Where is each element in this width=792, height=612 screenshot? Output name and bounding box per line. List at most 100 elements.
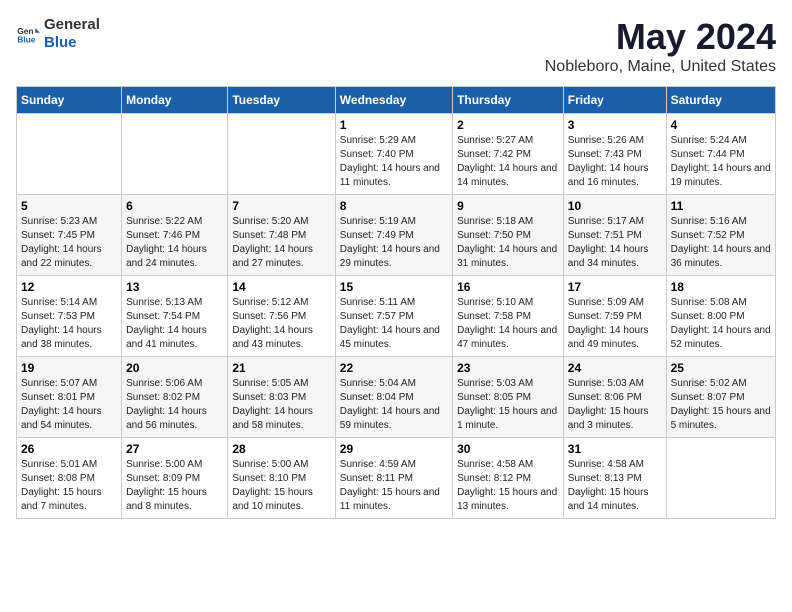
day-number: 28 [232, 442, 330, 456]
day-info: Sunrise: 5:29 AM Sunset: 7:40 PM Dayligh… [340, 134, 448, 190]
day-number: 30 [457, 442, 559, 456]
weekday-header: Friday [563, 87, 666, 114]
day-number: 3 [568, 118, 662, 132]
title-area: May 2024 Nobleboro, Maine, United States [545, 16, 776, 76]
day-info: Sunrise: 5:19 AM Sunset: 7:49 PM Dayligh… [340, 215, 448, 271]
day-info: Sunrise: 5:12 AM Sunset: 7:56 PM Dayligh… [232, 296, 330, 352]
calendar-week-row: 12Sunrise: 5:14 AM Sunset: 7:53 PM Dayli… [17, 276, 776, 357]
calendar-table: SundayMondayTuesdayWednesdayThursdayFrid… [16, 86, 776, 519]
calendar-cell: 16 Sunrise: 5:10 AM Sunset: 7:58 PM Dayli… [453, 276, 564, 357]
calendar-cell: 2 Sunrise: 5:27 AM Sunset: 7:42 PM Daylig… [453, 114, 564, 195]
subtitle: Nobleboro, Maine, United States [545, 58, 776, 76]
calendar-cell [17, 114, 122, 195]
calendar-cell: 29 Sunrise: 4:59 AM Sunset: 8:11 PM Dayli… [335, 438, 452, 519]
weekday-header: Tuesday [228, 87, 335, 114]
calendar-cell: 28 Sunrise: 5:00 AM Sunset: 8:10 PM Dayli… [228, 438, 335, 519]
weekday-header: Sunday [17, 87, 122, 114]
day-info: Sunrise: 5:13 AM Sunset: 7:54 PM Dayligh… [126, 296, 223, 352]
day-info: Sunrise: 5:02 AM Sunset: 8:07 PM Dayligh… [671, 377, 771, 433]
day-number: 17 [568, 280, 662, 294]
logo-general-text: General [44, 16, 100, 33]
day-number: 5 [21, 199, 117, 213]
calendar-cell: 10Sunrise: 5:17 AM Sunset: 7:51 PM Dayli… [563, 195, 666, 276]
calendar-cell: 5Sunrise: 5:23 AM Sunset: 7:45 PM Daylig… [17, 195, 122, 276]
day-info: Sunrise: 5:16 AM Sunset: 7:52 PM Dayligh… [671, 215, 771, 271]
logo-blue-text: Blue [44, 34, 77, 51]
day-number: 22 [340, 361, 448, 375]
calendar-cell: 30Sunrise: 4:58 AM Sunset: 8:12 PM Dayli… [453, 438, 564, 519]
day-info: Sunrise: 5:08 AM Sunset: 8:00 PM Dayligh… [671, 296, 771, 352]
day-number: 18 [671, 280, 771, 294]
day-number: 15 [340, 280, 448, 294]
day-info: Sunrise: 5:00 AM Sunset: 8:10 PM Dayligh… [232, 458, 330, 514]
day-number: 11 [671, 199, 771, 213]
calendar-cell: 4Sunrise: 5:24 AM Sunset: 7:44 PM Daylig… [666, 114, 775, 195]
calendar-cell: 31Sunrise: 4:58 AM Sunset: 8:13 PM Dayli… [563, 438, 666, 519]
calendar-cell: 9 Sunrise: 5:18 AM Sunset: 7:50 PM Daylig… [453, 195, 564, 276]
day-info: Sunrise: 5:14 AM Sunset: 7:53 PM Dayligh… [21, 296, 117, 352]
calendar-body: 1Sunrise: 5:29 AM Sunset: 7:40 PM Daylig… [17, 114, 776, 519]
calendar-cell: 12Sunrise: 5:14 AM Sunset: 7:53 PM Dayli… [17, 276, 122, 357]
calendar-week-row: 26 Sunrise: 5:01 AM Sunset: 8:08 PM Dayli… [17, 438, 776, 519]
day-info: Sunrise: 5:01 AM Sunset: 8:08 PM Dayligh… [21, 458, 117, 514]
day-info: Sunrise: 5:17 AM Sunset: 7:51 PM Dayligh… [568, 215, 662, 271]
calendar-cell: 13 Sunrise: 5:13 AM Sunset: 7:54 PM Dayli… [122, 276, 228, 357]
day-number: 4 [671, 118, 771, 132]
calendar-cell: 14 Sunrise: 5:12 AM Sunset: 7:56 PM Dayli… [228, 276, 335, 357]
calendar-cell: 21 Sunrise: 5:05 AM Sunset: 8:03 PM Dayli… [228, 357, 335, 438]
day-number: 26 [21, 442, 117, 456]
calendar-cell: 23 Sunrise: 5:03 AM Sunset: 8:05 PM Dayli… [453, 357, 564, 438]
day-number: 19 [21, 361, 117, 375]
day-info: Sunrise: 5:07 AM Sunset: 8:01 PM Dayligh… [21, 377, 117, 433]
calendar-week-row: 19 Sunrise: 5:07 AM Sunset: 8:01 PM Dayli… [17, 357, 776, 438]
day-number: 13 [126, 280, 223, 294]
calendar-cell [666, 438, 775, 519]
calendar-cell: 22 Sunrise: 5:04 AM Sunset: 8:04 PM Dayli… [335, 357, 452, 438]
day-info: Sunrise: 5:03 AM Sunset: 8:06 PM Dayligh… [568, 377, 662, 433]
calendar-cell: 15Sunrise: 5:11 AM Sunset: 7:57 PM Dayli… [335, 276, 452, 357]
calendar-cell: 25 Sunrise: 5:02 AM Sunset: 8:07 PM Dayli… [666, 357, 775, 438]
day-info: Sunrise: 5:05 AM Sunset: 8:03 PM Dayligh… [232, 377, 330, 433]
day-number: 9 [457, 199, 559, 213]
day-number: 16 [457, 280, 559, 294]
calendar-header-row: SundayMondayTuesdayWednesdayThursdayFrid… [17, 87, 776, 114]
logo: Gen Blue General Blue [16, 16, 100, 52]
calendar-cell: 19 Sunrise: 5:07 AM Sunset: 8:01 PM Dayli… [17, 357, 122, 438]
day-number: 31 [568, 442, 662, 456]
day-number: 6 [126, 199, 223, 213]
calendar-cell: 20Sunrise: 5:06 AM Sunset: 8:02 PM Dayli… [122, 357, 228, 438]
day-info: Sunrise: 5:26 AM Sunset: 7:43 PM Dayligh… [568, 134, 662, 190]
calendar-cell [122, 114, 228, 195]
calendar-cell: 17 Sunrise: 5:09 AM Sunset: 7:59 PM Dayli… [563, 276, 666, 357]
calendar-cell: 7Sunrise: 5:20 AM Sunset: 7:48 PM Daylig… [228, 195, 335, 276]
day-number: 25 [671, 361, 771, 375]
day-number: 21 [232, 361, 330, 375]
day-number: 23 [457, 361, 559, 375]
calendar-cell: 1Sunrise: 5:29 AM Sunset: 7:40 PM Daylig… [335, 114, 452, 195]
day-info: Sunrise: 5:10 AM Sunset: 7:58 PM Dayligh… [457, 296, 559, 352]
weekday-header: Monday [122, 87, 228, 114]
day-number: 14 [232, 280, 330, 294]
day-info: Sunrise: 5:22 AM Sunset: 7:46 PM Dayligh… [126, 215, 223, 271]
calendar-week-row: 5Sunrise: 5:23 AM Sunset: 7:45 PM Daylig… [17, 195, 776, 276]
day-info: Sunrise: 5:27 AM Sunset: 7:42 PM Dayligh… [457, 134, 559, 190]
day-info: Sunrise: 5:03 AM Sunset: 8:05 PM Dayligh… [457, 377, 559, 433]
calendar-cell: 18 Sunrise: 5:08 AM Sunset: 8:00 PM Dayli… [666, 276, 775, 357]
main-title: May 2024 [545, 16, 776, 58]
svg-text:Blue: Blue [17, 34, 36, 44]
day-info: Sunrise: 5:18 AM Sunset: 7:50 PM Dayligh… [457, 215, 559, 271]
calendar-cell: 24Sunrise: 5:03 AM Sunset: 8:06 PM Dayli… [563, 357, 666, 438]
day-info: Sunrise: 5:09 AM Sunset: 7:59 PM Dayligh… [568, 296, 662, 352]
day-number: 2 [457, 118, 559, 132]
calendar-cell: 11 Sunrise: 5:16 AM Sunset: 7:52 PM Dayli… [666, 195, 775, 276]
calendar-week-row: 1Sunrise: 5:29 AM Sunset: 7:40 PM Daylig… [17, 114, 776, 195]
day-info: Sunrise: 5:04 AM Sunset: 8:04 PM Dayligh… [340, 377, 448, 433]
calendar-cell: 6 Sunrise: 5:22 AM Sunset: 7:46 PM Daylig… [122, 195, 228, 276]
calendar-cell: 8 Sunrise: 5:19 AM Sunset: 7:49 PM Daylig… [335, 195, 452, 276]
calendar-cell [228, 114, 335, 195]
day-info: Sunrise: 4:59 AM Sunset: 8:11 PM Dayligh… [340, 458, 448, 514]
day-number: 29 [340, 442, 448, 456]
day-info: Sunrise: 5:06 AM Sunset: 8:02 PM Dayligh… [126, 377, 223, 433]
day-number: 8 [340, 199, 448, 213]
header: Gen Blue General Blue May 2024 Nobleboro… [16, 16, 776, 76]
